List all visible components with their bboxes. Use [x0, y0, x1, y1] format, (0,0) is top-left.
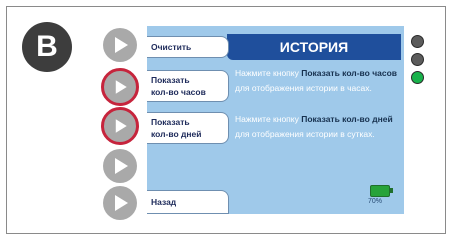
soft-key-back[interactable]: Назад: [147, 190, 229, 214]
screen-title: ИСТОРИЯ: [227, 34, 401, 60]
side-button-2[interactable]: [101, 68, 139, 106]
help-paragraph-days: Нажмите кнопку Показать кол-во дней для …: [235, 112, 401, 142]
soft-key-show-hours[interactable]: Показать кол-во часов: [147, 70, 229, 102]
help-text-prefix: Нажмите кнопку: [235, 68, 302, 78]
play-icon: [115, 119, 127, 133]
battery-tip: [390, 188, 393, 193]
status-led-2: [411, 53, 424, 66]
help-text-prefix: Нажмите кнопку: [235, 114, 302, 124]
play-icon: [115, 195, 128, 211]
status-led-3: [411, 71, 424, 84]
side-button-1[interactable]: [103, 28, 137, 62]
help-text-bold: Показать кол-во дней: [301, 114, 393, 124]
help-paragraph-hours: Нажмите кнопку Показать кол-во часов для…: [235, 66, 401, 96]
play-icon: [115, 158, 128, 174]
battery-icon: [370, 185, 390, 197]
soft-key-label: Назад: [151, 197, 177, 207]
step-badge: B: [22, 22, 72, 72]
side-button-5[interactable]: [103, 186, 137, 220]
play-icon: [115, 80, 127, 94]
soft-key-clear[interactable]: Очистить: [147, 36, 229, 58]
side-button-4[interactable]: [103, 149, 137, 183]
soft-key-label: Показать кол-во часов: [151, 75, 206, 97]
help-text-suffix: для отображения истории в часах.: [235, 83, 372, 93]
play-icon: [115, 37, 128, 53]
help-text-suffix: для отображения истории в сутках.: [235, 129, 375, 139]
side-button-3[interactable]: [101, 107, 139, 145]
battery-percent: 70%: [368, 198, 383, 205]
soft-key-label: Очистить: [151, 42, 192, 52]
device-screen: ИСТОРИЯ Очистить Показать кол-во часов П…: [147, 26, 404, 214]
help-text: Нажмите кнопку Показать кол-во часов для…: [235, 66, 401, 158]
soft-key-show-days[interactable]: Показать кол-во дней: [147, 112, 229, 144]
help-text-bold: Показать кол-во часов: [301, 68, 398, 78]
soft-key-label: Показать кол-во дней: [151, 117, 202, 139]
status-led-1: [411, 35, 424, 48]
